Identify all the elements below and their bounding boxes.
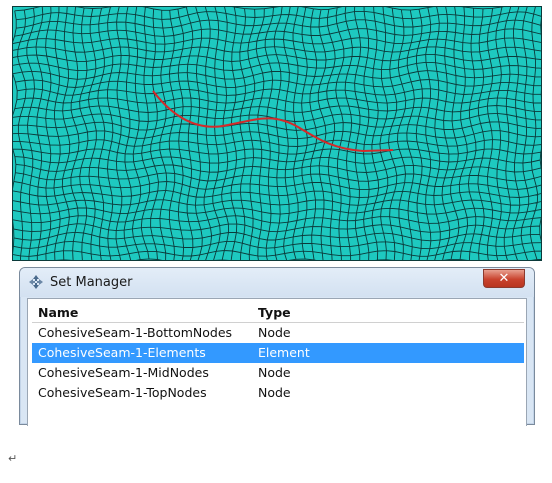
close-icon: ✕ [498,271,510,286]
column-header-type[interactable]: Type [258,303,291,323]
table-row[interactable]: CohesiveSeam-1-TopNodes Node [32,383,524,403]
set-table: Name Type CohesiveSeam-1-BottomNodes Nod… [32,303,524,403]
table-header: Name Type [32,303,524,323]
set-list-panel: Name Type CohesiveSeam-1-BottomNodes Nod… [27,298,527,426]
row-type: Node [258,385,291,400]
column-header-name[interactable]: Name [38,303,78,323]
window-title: Set Manager [50,275,133,290]
mesh-element-edges [13,7,541,260]
close-button[interactable]: ✕ [483,269,525,288]
set-manager-window: Set Manager ✕ Name Type CohesiveSeam-1-B… [19,267,535,426]
mesh-grid [13,7,541,260]
paragraph-mark-icon: ↵ [8,452,18,465]
row-name: CohesiveSeam-1-Elements [38,345,206,360]
set-manager-icon [29,275,43,289]
table-row[interactable]: CohesiveSeam-1-Elements Element [32,343,524,363]
mesh-viewport[interactable] [12,6,542,261]
row-name: CohesiveSeam-1-MidNodes [38,365,209,380]
table-row[interactable]: CohesiveSeam-1-BottomNodes Node [32,323,524,343]
row-type: Node [258,365,291,380]
row-type: Element [258,345,310,360]
mesh-canvas[interactable] [13,7,542,261]
row-type: Node [258,325,291,340]
table-row[interactable]: CohesiveSeam-1-MidNodes Node [32,363,524,383]
row-name: CohesiveSeam-1-TopNodes [38,385,207,400]
row-name: CohesiveSeam-1-BottomNodes [38,325,233,340]
title-bar[interactable]: Set Manager ✕ [20,268,534,297]
